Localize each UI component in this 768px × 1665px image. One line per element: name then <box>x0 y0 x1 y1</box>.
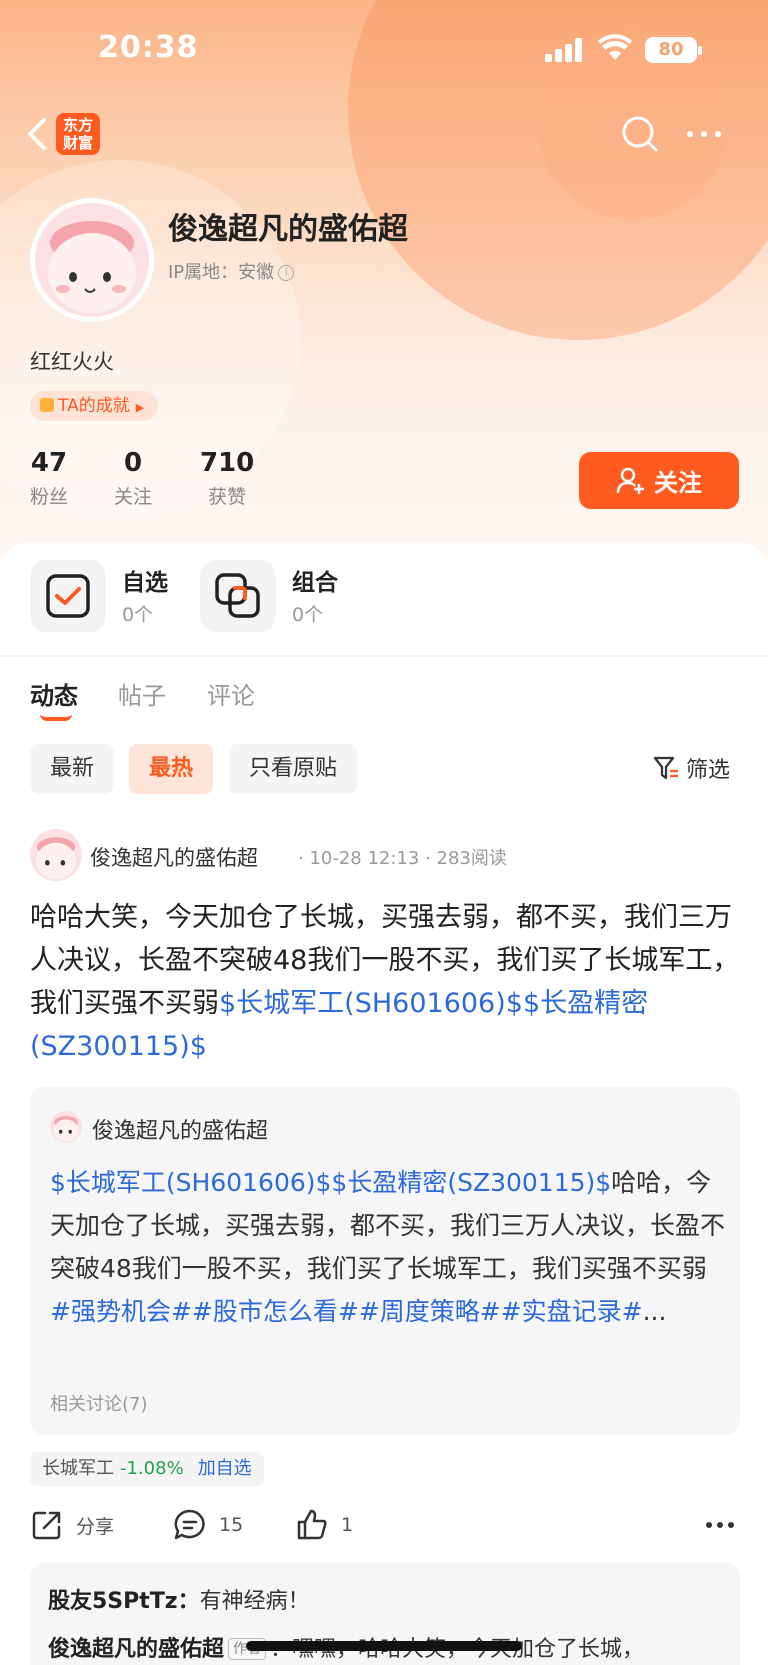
share-button[interactable]: 分享 <box>30 1508 114 1542</box>
comment-text: 有神经病！ <box>199 1589 310 1614</box>
add-watchlist-link[interactable]: 加自选 <box>198 1458 252 1479</box>
profile-bio: 红红火火 <box>30 350 114 374</box>
portfolio-count: 0个 <box>292 604 324 626</box>
status-time: 20:38 <box>98 30 199 65</box>
lock-icon <box>40 398 54 412</box>
share-label: 分享 <box>76 1515 115 1538</box>
filter-button[interactable]: 筛选 <box>652 752 730 784</box>
portfolio-icon[interactable] <box>200 560 276 632</box>
thumbs-up-icon <box>297 1509 327 1540</box>
stat-value: 0 <box>123 448 143 478</box>
battery-icon: 80 <box>645 37 702 63</box>
watchlist-icon[interactable] <box>30 560 106 632</box>
triangle-right-icon: ▶ <box>135 401 145 414</box>
tab-comments[interactable]: 评论 <box>207 676 255 711</box>
stat-value: 710 <box>200 448 255 478</box>
ip-label: IP属地：安徽 <box>168 262 275 283</box>
stat-likes[interactable]: 710 获赞 <box>200 448 254 509</box>
ellipsis: ... <box>642 1297 667 1326</box>
stock-link[interactable]: $长城军工(SH601606)$ <box>219 988 523 1019</box>
post-more-icon[interactable] <box>705 1515 735 1535</box>
achievement-label: TA的成就 <box>58 396 130 416</box>
related-discussion[interactable]: 相关讨论(7) <box>50 1390 148 1416</box>
battery-level: 80 <box>658 39 684 60</box>
stat-label: 粉丝 <box>30 486 69 508</box>
divider <box>0 655 768 657</box>
more-options-icon[interactable] <box>684 124 724 144</box>
stock-link[interactable]: $长城军工(SH601606)$$长盈精密(SZ300115)$ <box>50 1168 611 1197</box>
filter-latest[interactable]: 最新 <box>30 744 115 794</box>
topic-tags[interactable]: #强势机会##股市怎么看##周度策略##实盘记录# <box>50 1297 643 1326</box>
comment-bubble-icon <box>174 1509 205 1540</box>
home-indicator[interactable] <box>246 1641 522 1651</box>
stat-label: 获赞 <box>208 486 247 508</box>
post-meta: · 10-28 12:13 · 283阅读 <box>298 848 507 869</box>
stock-tag[interactable]: 长城军工 -1.08% 加自选 <box>30 1452 264 1486</box>
filter-label: 筛选 <box>686 758 731 783</box>
stat-value: 47 <box>30 448 68 478</box>
search-icon[interactable] <box>620 114 660 154</box>
profile-name: 俊逸超凡的盛佑超 <box>168 212 408 247</box>
back-arrow-icon[interactable] <box>22 114 52 154</box>
quoted-content: $长城军工(SH601606)$$长盈精密(SZ300115)$哈哈，今天加仓了… <box>50 1161 726 1333</box>
comment-item: 股友5SPtTz：有神经病！ <box>48 1583 310 1615</box>
post-author-name[interactable]: 俊逸超凡的盛佑超 <box>90 842 258 872</box>
comment-count: 15 <box>219 1514 244 1536</box>
avatar[interactable] <box>30 198 154 322</box>
portfolio-title[interactable]: 组合 <box>292 563 338 597</box>
like-count: 1 <box>341 1514 354 1536</box>
quoted-post[interactable]: 俊逸超凡的盛佑超 $长城军工(SH601606)$$长盈精密(SZ300115)… <box>30 1087 740 1435</box>
quoted-author-avatar <box>50 1111 82 1143</box>
tab-activity[interactable]: 动态 <box>30 676 78 711</box>
avatar-illustration <box>48 221 136 313</box>
like-button[interactable]: 1 <box>295 1508 353 1542</box>
info-icon[interactable]: i <box>278 265 295 281</box>
achievement-badge[interactable]: TA的成就 ▶ <box>30 391 159 421</box>
logo-text-2: 财富 <box>62 134 93 152</box>
wifi-icon <box>598 34 632 60</box>
watchlist-count: 0个 <box>122 604 154 626</box>
watchlist-title[interactable]: 自选 <box>122 563 168 597</box>
ip-location: IP属地：安徽 i <box>168 258 295 284</box>
tab-posts[interactable]: 帖子 <box>118 676 166 711</box>
post-content[interactable]: 哈哈大笑，今天加仓了长城，买强去弱，都不买，我们三万人决议，长盈不突破48我们一… <box>30 896 740 1068</box>
add-user-icon <box>616 467 644 494</box>
share-icon <box>32 1511 61 1540</box>
stat-fans[interactable]: 47 粉丝 <box>30 448 68 509</box>
quoted-author-name: 俊逸超凡的盛佑超 <box>92 1119 269 1144</box>
stat-following[interactable]: 0 关注 <box>114 448 152 509</box>
tab-active-indicator <box>40 714 72 721</box>
app-logo: 东方 财富 <box>56 113 100 155</box>
stat-label: 关注 <box>114 486 153 508</box>
follow-label: 关注 <box>654 469 702 497</box>
follow-button[interactable]: 关注 <box>579 452 739 509</box>
filter-original-only[interactable]: 只看原贴 <box>229 744 358 794</box>
post-author-avatar[interactable] <box>30 829 82 881</box>
funnel-icon <box>653 756 678 780</box>
stock-change: -1.08% <box>120 1458 184 1479</box>
stock-name: 长城军工 <box>42 1458 114 1479</box>
cellular-signal-icon <box>545 38 585 62</box>
comment-user[interactable]: 股友5SPtTz： <box>48 1589 200 1614</box>
filter-hottest[interactable]: 最热 <box>129 744 214 794</box>
comment-button[interactable]: 15 <box>173 1508 243 1542</box>
logo-text-1: 东方 <box>62 116 93 134</box>
comment-user[interactable]: 俊逸超凡的盛佑超 <box>48 1637 224 1662</box>
